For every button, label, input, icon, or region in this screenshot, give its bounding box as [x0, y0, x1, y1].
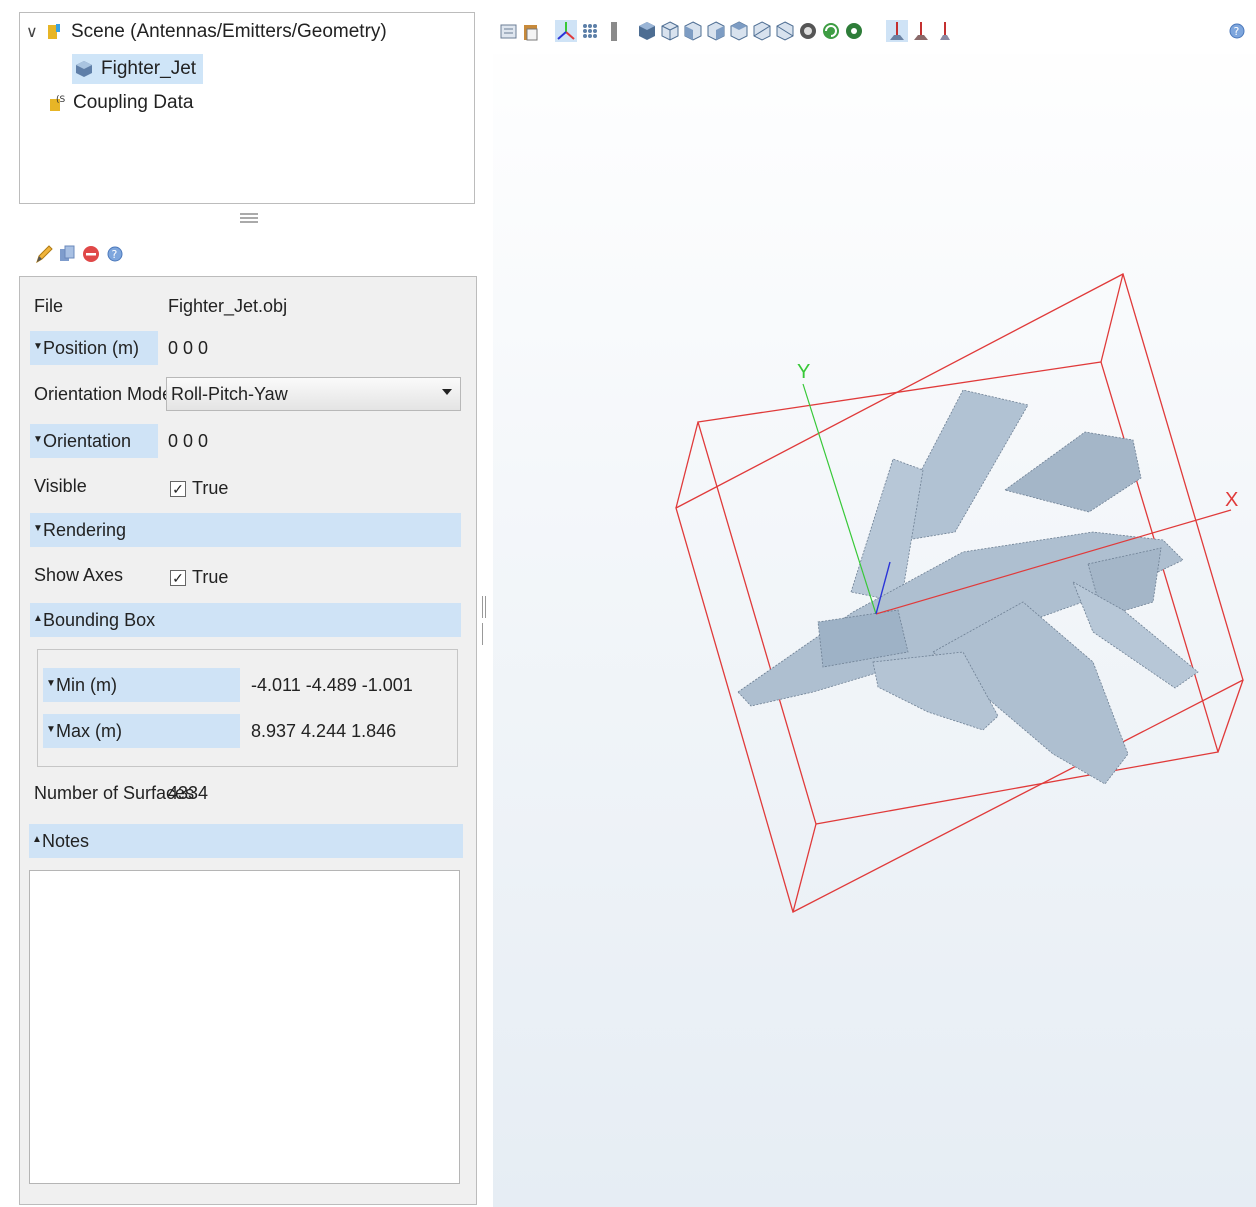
chevron-down-icon [442, 389, 452, 395]
show-axes-label: Show Axes [34, 565, 124, 585]
coupling-icon: (S) [46, 93, 69, 113]
visible-checkbox[interactable]: ✓ True [170, 478, 228, 499]
expand-arrow-icon: ▲ [33, 613, 43, 624]
orientation-label: Orientation [43, 431, 132, 451]
cube-view-icon[interactable] [682, 20, 704, 42]
delete-icon[interactable] [80, 243, 102, 265]
min-value: -4.011 -4.489 -1.001 [251, 675, 413, 695]
orientation-mode-value: Roll-Pitch-Yaw [171, 383, 288, 404]
rendering-label: Rendering [43, 520, 127, 540]
min-label: Min (m) [56, 675, 117, 695]
tree-item-label: Coupling Data [73, 92, 194, 113]
help-icon[interactable]: ? [1226, 20, 1248, 42]
notes-label: Notes [42, 831, 90, 851]
file-value: Fighter_Jet.obj [168, 296, 288, 316]
bounding-box-label: Bounding Box [43, 610, 156, 630]
cube-solid-icon[interactable] [636, 20, 658, 42]
horizontal-splitter[interactable] [240, 213, 258, 227]
tree-item-label: Scene (Antennas/Emitters/Geometry) [71, 21, 387, 42]
scene-render: Y X [675, 273, 1244, 913]
position-label: Position (m) [43, 338, 140, 358]
orientation-group[interactable]: ▼ Orientation [30, 424, 158, 458]
surfaces-value: 4334 [168, 783, 209, 803]
antenna-icon[interactable] [934, 20, 956, 42]
cube-view-icon[interactable] [728, 20, 750, 42]
bounding-box-group[interactable]: ▲ Bounding Box [30, 603, 461, 637]
notes-textarea[interactable] [29, 870, 460, 1184]
max-group[interactable]: ▼ Max (m) [43, 714, 240, 748]
rendering-group[interactable]: ▼ Rendering [30, 513, 461, 547]
collapse-arrow-icon: ▼ [33, 341, 43, 352]
cube-wire-icon[interactable] [659, 20, 681, 42]
tree-item-coupling-data[interactable]: (S) Coupling Data [46, 89, 196, 117]
position-group[interactable]: ▼ Position (m) [30, 331, 158, 365]
panel-icon[interactable] [498, 20, 520, 42]
antenna-icon[interactable] [886, 20, 908, 42]
show-axes-checkbox[interactable]: ✓ True [170, 567, 228, 588]
scene-tree[interactable]: ∨ Scene (Antennas/Emitters/Geometry) Fig… [19, 12, 475, 204]
max-label: Max (m) [56, 721, 122, 741]
svg-text:?: ? [112, 248, 118, 261]
tree-item-fighter-jet[interactable]: Fighter_Jet [72, 54, 204, 84]
orientation-mode-label: Orientation Mode [34, 384, 173, 404]
copy-icon[interactable] [57, 243, 79, 265]
axis-y-label: Y [797, 361, 810, 383]
axes-icon[interactable] [555, 20, 577, 42]
max-value: 8.937 4.244 1.846 [251, 721, 397, 741]
collapse-arrow-icon: ▼ [46, 678, 56, 689]
bounding-box-section [37, 649, 458, 767]
grid-icon[interactable] [579, 20, 601, 42]
collapse-arrow-icon: ▼ [33, 523, 43, 534]
axis-x-label: X [1225, 489, 1238, 511]
checkmark-icon[interactable]: ✓ [170, 480, 186, 497]
file-label: File [34, 296, 64, 316]
cube-view-icon[interactable] [774, 20, 796, 42]
svg-text:(S): (S) [56, 95, 66, 105]
tree-item-label: Fighter_Jet [101, 58, 197, 79]
visible-label: Visible [34, 476, 87, 496]
rotate-icon[interactable] [820, 20, 842, 42]
clipboard-icon[interactable] [520, 20, 542, 42]
cube-view-icon[interactable] [751, 20, 773, 42]
chevron-down-icon[interactable]: ∨ [26, 22, 44, 42]
tree-item-scene[interactable]: ∨ Scene (Antennas/Emitters/Geometry) [26, 18, 390, 46]
collapse-arrow-icon: ▼ [33, 434, 43, 445]
orientation-value[interactable]: 0 0 0 [168, 431, 208, 452]
notes-group[interactable]: ▲ Notes [29, 824, 463, 858]
checkmark-icon[interactable]: ✓ [170, 569, 186, 586]
expand-arrow-icon: ▲ [32, 834, 42, 845]
collapse-arrow-icon: ▼ [46, 724, 56, 735]
svg-text:?: ? [1234, 25, 1240, 38]
vertical-splitter[interactable] [482, 596, 490, 645]
orientation-mode-select[interactable]: Roll-Pitch-Yaw [166, 377, 461, 411]
visible-value: True [192, 478, 229, 498]
ruler-icon[interactable] [603, 20, 625, 42]
3d-viewport[interactable]: Y X [493, 12, 1256, 1207]
min-group[interactable]: ▼ Min (m) [43, 668, 240, 702]
help-icon[interactable]: ? [104, 243, 126, 265]
position-value[interactable]: 0 0 0 [168, 338, 208, 359]
y-axis-line [802, 383, 877, 615]
antenna-icon[interactable] [910, 20, 932, 42]
globe-icon[interactable] [843, 20, 865, 42]
show-axes-value: True [192, 567, 229, 587]
scene-icon [44, 22, 64, 42]
zoom-fit-icon[interactable] [797, 20, 819, 42]
cube-view-icon[interactable] [705, 20, 727, 42]
pencil-icon[interactable] [33, 243, 55, 265]
geometry-icon [74, 59, 94, 79]
